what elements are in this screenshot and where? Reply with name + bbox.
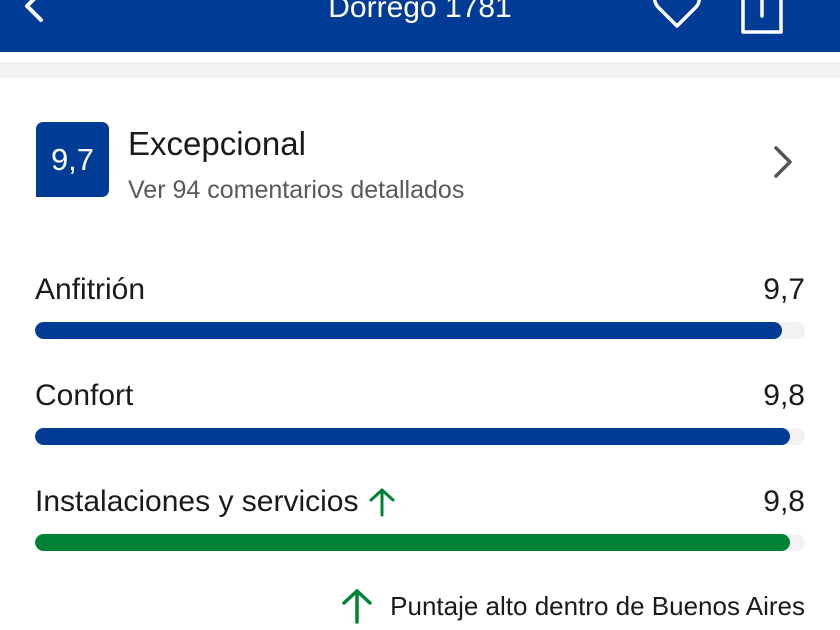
share-button[interactable] (738, 0, 786, 36)
category-name: Confort (35, 379, 134, 412)
category-score: 9,8 (763, 485, 805, 518)
score-bar-track (35, 428, 805, 445)
score-bar-fill (35, 428, 790, 445)
category-score: 9,8 (763, 379, 805, 412)
high-score-note: Puntaje alto dentro de Buenos Aires (340, 588, 805, 624)
comments-link[interactable]: Ver 94 comentarios detallados (128, 174, 464, 206)
save-favorite-button[interactable] (652, 0, 702, 30)
review-score-page: Dorrego 1781 9,7 Excepcional Ver 94 come… (0, 0, 840, 630)
score-badge: 9,7 (36, 122, 109, 197)
top-app-bar: Dorrego 1781 (0, 0, 840, 52)
chevron-right-icon (774, 146, 792, 178)
arrow-up-icon (342, 589, 372, 624)
score-bar-track (35, 322, 805, 339)
score-bar-track (35, 534, 805, 551)
score-label: Excepcional (128, 125, 306, 162)
overall-score-row[interactable]: 9,7 Excepcional Ver 94 comentarios detal… (36, 120, 806, 210)
arrow-up-icon (369, 488, 395, 517)
category-name: Anfitrión (35, 273, 146, 306)
score-bar-fill (35, 322, 782, 339)
category-score: 9,7 (763, 273, 805, 306)
high-score-note-text: Puntaje alto dentro de Buenos Aires (390, 591, 805, 621)
category-name: Instalaciones y servicios (35, 484, 396, 520)
heart-icon (653, 0, 701, 28)
page-title: Dorrego 1781 (328, 0, 512, 24)
score-bar-fill (35, 534, 790, 551)
share-icon (741, 0, 783, 34)
section-divider (0, 62, 840, 78)
